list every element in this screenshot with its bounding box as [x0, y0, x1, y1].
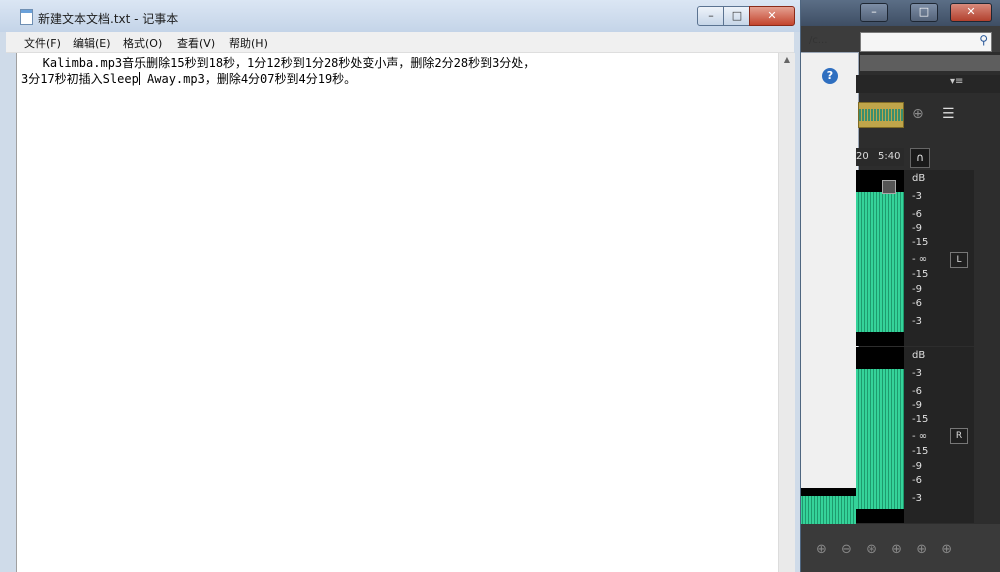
resize-icon[interactable]: [882, 180, 896, 194]
editor-panel-header: [856, 75, 1000, 93]
maximize-button[interactable]: □: [723, 6, 751, 26]
waveform-left-channel[interactable]: [856, 170, 904, 346]
text-line-2-start: 3分17秒初插入Sleep: [21, 72, 139, 86]
editor-maximize-button[interactable]: □: [910, 3, 938, 22]
menu-bar: 文件(F) 编辑(E) 格式(O) 查看(V) 帮助(H): [6, 32, 794, 53]
zoom-controls: ⊕ ⊖ ⊛ ⊕ ⊕ ⊕: [816, 542, 962, 557]
window-border: [6, 53, 16, 572]
editor-close-button[interactable]: ✕: [950, 3, 992, 22]
headphone-icon[interactable]: ∩: [910, 148, 930, 168]
timeline-ruler: 20 5:40: [856, 148, 904, 166]
waveform-overview[interactable]: [858, 102, 904, 128]
channel-left-button[interactable]: L: [950, 252, 968, 268]
window-title: 新建文本文档.txt - 记事本: [38, 12, 179, 26]
close-button[interactable]: ✕: [749, 6, 795, 26]
text-editor-area[interactable]: Kalimba.mp3音乐删除15秒到18秒，1分12秒到1分28秒处变小声，删…: [16, 53, 779, 572]
zoom-in-right-icon[interactable]: ⊕: [916, 542, 927, 557]
timeline-label: 5:40: [878, 151, 901, 162]
search-suffix: /c...: [809, 35, 828, 46]
text-line-2-end: Away.mp3，删除4分07秒到4分19秒。: [139, 72, 357, 86]
search-icon[interactable]: ⚲: [979, 33, 988, 47]
waveform-right-channel[interactable]: [856, 347, 904, 523]
menu-format[interactable]: 格式(O): [123, 35, 162, 51]
editor-strip: [860, 55, 1000, 71]
list-icon[interactable]: ☰: [942, 106, 955, 122]
minimize-button[interactable]: –: [697, 6, 725, 26]
help-panel: [795, 52, 859, 494]
panel-menu-icon[interactable]: ▾≡: [950, 76, 963, 87]
menu-edit[interactable]: 编辑(E): [73, 35, 111, 51]
text-line-1: Kalimba.mp3音乐删除15秒到18秒，1分12秒到1分28秒处变小声，删…: [21, 56, 536, 70]
zoom-in-icon[interactable]: ⊕: [816, 542, 827, 557]
scroll-up-icon[interactable]: ▲: [779, 55, 795, 65]
editor-search-field[interactable]: /c... ⚲: [809, 32, 992, 52]
zoom-reset-icon[interactable]: ⊛: [866, 542, 877, 557]
document-text: Kalimba.mp3音乐删除15秒到18秒，1分12秒到1分28秒处变小声，删…: [21, 55, 781, 87]
menu-view[interactable]: 查看(V): [177, 35, 215, 51]
zoom-in-left-icon[interactable]: ⊕: [891, 542, 902, 557]
menu-file[interactable]: 文件(F): [24, 35, 61, 51]
zoom-out-icon[interactable]: ⊖: [841, 542, 852, 557]
timeline-label: 20: [856, 151, 869, 162]
zoom-icon[interactable]: ⊕: [912, 106, 924, 122]
channel-right-button[interactable]: R: [950, 428, 968, 444]
notepad-window: 新建文本文档.txt - 记事本 – □ ✕ 文件(F) 编辑(E) 格式(O)…: [0, 0, 801, 572]
help-icon[interactable]: ?: [822, 68, 838, 84]
waveform-bottom: [800, 488, 856, 524]
notepad-app-icon[interactable]: [20, 9, 33, 25]
zoom-selection-icon[interactable]: ⊕: [941, 542, 952, 557]
editor-minimize-button[interactable]: –: [860, 3, 888, 22]
notepad-titlebar[interactable]: 新建文本文档.txt - 记事本 – □ ✕: [0, 0, 800, 32]
vertical-scrollbar[interactable]: ▲: [778, 53, 795, 572]
menu-help[interactable]: 帮助(H): [229, 35, 268, 51]
